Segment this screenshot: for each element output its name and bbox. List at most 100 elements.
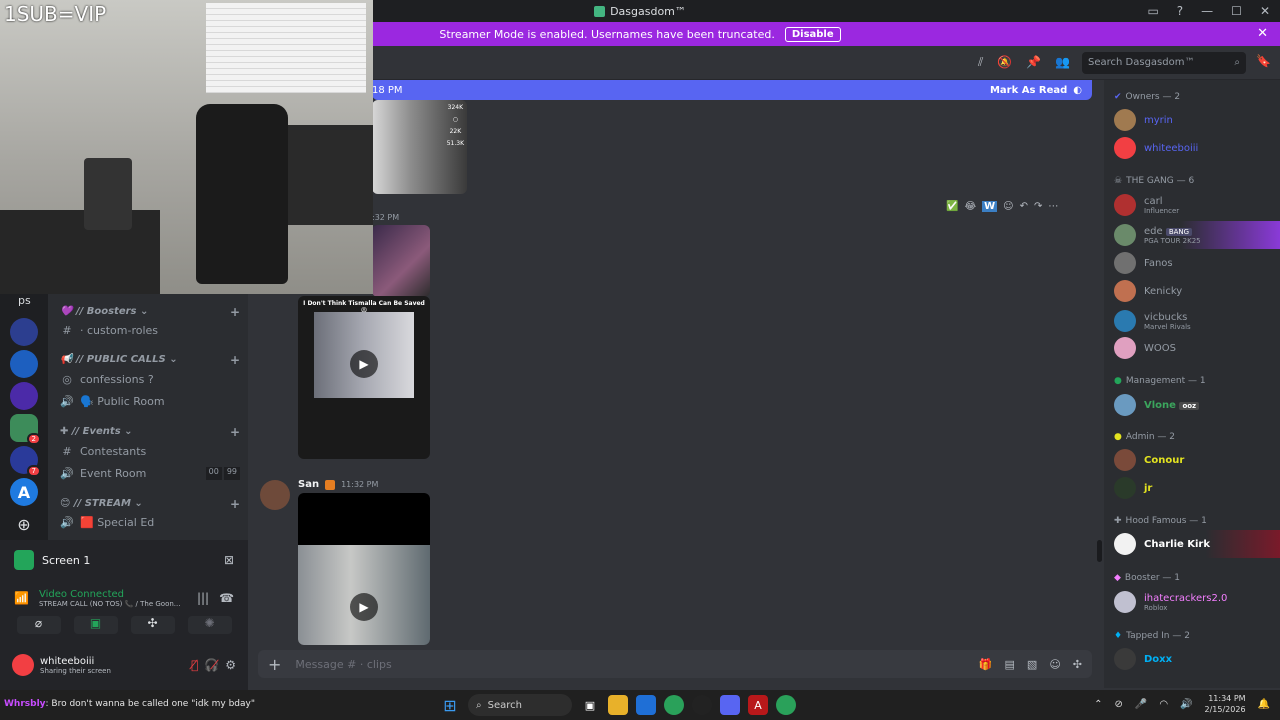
- wifi-icon[interactable]: ◠: [1159, 699, 1168, 710]
- sticker-icon[interactable]: ▧: [1027, 658, 1037, 671]
- task-view-icon[interactable]: ▣: [580, 695, 600, 715]
- camera-off-icon[interactable]: ⌀: [16, 616, 61, 634]
- deafen-icon[interactable]: 🎧̸: [204, 658, 219, 672]
- activities-icon[interactable]: ✣: [130, 616, 175, 634]
- member-item[interactable]: whiteeboiii: [1114, 134, 1280, 162]
- discord-icon[interactable]: [720, 695, 740, 715]
- message-media[interactable]: [372, 225, 430, 297]
- reaction-check[interactable]: ✅: [946, 201, 958, 212]
- inbox-window-icon[interactable]: ▭: [1147, 4, 1158, 18]
- mark-as-read-button[interactable]: Mark As Read: [990, 85, 1067, 96]
- close-window-button[interactable]: ✕: [1260, 4, 1270, 18]
- stop-share-icon[interactable]: ⊠: [224, 553, 234, 567]
- disconnect-icon[interactable]: ☎: [219, 591, 234, 605]
- mic-icon[interactable]: 🎤: [1135, 699, 1147, 710]
- new-messages-bar[interactable]: 18 PM Mark As Read ◐: [372, 80, 1092, 100]
- member-item[interactable]: WOOS: [1114, 334, 1280, 362]
- reply-icon[interactable]: ↶: [1020, 201, 1028, 212]
- notifications-icon[interactable]: 🔔: [1258, 699, 1270, 710]
- category-public-calls[interactable]: 📢 // PUBLIC CALLS ⌄ +: [60, 353, 240, 367]
- taskbar-search[interactable]: ⌕ Search: [468, 694, 572, 716]
- message-author[interactable]: San: [298, 479, 319, 490]
- member-item[interactable]: Charlie Kirk: [1114, 530, 1280, 558]
- member-item[interactable]: Vlone ooz: [1114, 391, 1280, 419]
- add-channel-icon[interactable]: +: [230, 353, 240, 367]
- gif-icon[interactable]: ▤: [1005, 658, 1015, 671]
- clock[interactable]: 11:34 PM 2/15/2026: [1205, 693, 1246, 715]
- add-attachment-icon[interactable]: +: [268, 655, 281, 674]
- video-embed[interactable]: ▶: [298, 493, 430, 645]
- threads-icon[interactable]: ⫽: [978, 55, 983, 70]
- member-item[interactable]: ihatecrackers2.0 Roblox: [1114, 588, 1280, 616]
- category-stream[interactable]: 😊 // STREAM ⌄ +: [60, 497, 240, 511]
- play-icon[interactable]: ▶: [350, 593, 378, 621]
- file-explorer-icon[interactable]: [608, 695, 628, 715]
- avatar[interactable]: [12, 654, 34, 676]
- member-item[interactable]: carl Influencer: [1114, 191, 1280, 219]
- add-server-icon[interactable]: ⊕: [10, 510, 38, 538]
- server-icon[interactable]: [10, 382, 38, 410]
- chrome-icon[interactable]: [776, 695, 796, 715]
- member-item[interactable]: Fanos: [1114, 249, 1280, 277]
- screen-share-row[interactable]: Screen 1 ⊠: [0, 548, 248, 572]
- chevron-up-icon[interactable]: ⌃: [1094, 699, 1102, 710]
- channel-custom-roles[interactable]: # · custom-roles: [60, 324, 158, 337]
- server-icon[interactable]: [10, 318, 38, 346]
- inbox-icon[interactable]: 🔖: [1256, 54, 1271, 68]
- screen-share-button[interactable]: ▣: [73, 616, 118, 634]
- store-icon[interactable]: [636, 695, 656, 715]
- notification-bell-icon[interactable]: 🔕: [997, 55, 1012, 70]
- channel-event-room[interactable]: 🔊 Event Room 00 99: [60, 467, 240, 480]
- channel-contestants[interactable]: # Contestants: [60, 445, 146, 458]
- maximize-button[interactable]: ☐: [1231, 4, 1242, 18]
- voice-channel-name[interactable]: STREAM CALL (NO TOS) 📞 / The Goon...: [39, 600, 187, 608]
- message-media[interactable]: 324K ○ 22K 51.3K: [372, 100, 467, 194]
- member-item[interactable]: jr: [1114, 474, 1280, 502]
- server-icon-active[interactable]: 2: [10, 414, 41, 445]
- soundboard-icon[interactable]: ✺: [187, 616, 232, 634]
- category-events[interactable]: ✚ // Events ⌄ +: [60, 425, 240, 439]
- network-icon[interactable]: ⊘: [1114, 699, 1122, 710]
- add-channel-icon[interactable]: +: [230, 425, 240, 439]
- pin-icon[interactable]: 📌: [1026, 55, 1041, 70]
- search-input[interactable]: Search Dasgasdom™ ⌕: [1082, 52, 1246, 74]
- video-embed[interactable]: I Don't Think Tismalla Can Be Saved😩 ▶: [298, 296, 430, 459]
- add-reaction-icon[interactable]: ☺: [1003, 201, 1013, 212]
- server-icon[interactable]: 7: [10, 446, 41, 477]
- chrome-icon[interactable]: [664, 695, 684, 715]
- help-icon[interactable]: ?: [1177, 4, 1183, 18]
- close-icon[interactable]: ✕: [1257, 26, 1268, 41]
- channel-confessions[interactable]: ◎ confessions ?: [60, 373, 154, 386]
- volume-icon[interactable]: 🔊: [1180, 699, 1192, 710]
- emoji-icon[interactable]: ☺: [1049, 658, 1060, 671]
- message-composer[interactable]: + Message # · clips 🎁 ▤ ▧ ☺ ✣: [258, 650, 1092, 678]
- reaction-w[interactable]: W: [982, 201, 998, 212]
- app-a-icon[interactable]: A: [748, 695, 768, 715]
- avatar[interactable]: [260, 480, 290, 510]
- noise-suppression-icon[interactable]: |||: [197, 591, 209, 605]
- member-item[interactable]: vicbucks Marvel Rivals: [1114, 307, 1280, 335]
- channel-special-ed[interactable]: 🔊 🟥 Special Ed: [60, 516, 154, 529]
- more-icon[interactable]: ⋯: [1048, 201, 1058, 212]
- member-item[interactable]: Conour: [1114, 446, 1280, 474]
- server-icon[interactable]: [10, 350, 38, 378]
- add-channel-icon[interactable]: +: [230, 305, 240, 319]
- category-boosters[interactable]: 💜 // Boosters ⌄ +: [60, 305, 240, 319]
- add-channel-icon[interactable]: +: [230, 497, 240, 511]
- obs-icon[interactable]: [692, 695, 712, 715]
- member-item[interactable]: ede BANG PGA TOUR 2K25: [1114, 221, 1280, 249]
- message-input[interactable]: Message # · clips: [295, 658, 391, 671]
- server-icon-a[interactable]: A: [10, 478, 38, 506]
- member-list-icon[interactable]: 👥: [1055, 55, 1070, 70]
- start-icon[interactable]: ⊞: [440, 695, 460, 715]
- member-item[interactable]: Kenicky: [1114, 277, 1280, 305]
- disable-streamer-mode-button[interactable]: Disable: [784, 26, 841, 42]
- member-item[interactable]: myrin: [1114, 106, 1280, 134]
- member-item[interactable]: Doxx: [1114, 645, 1280, 673]
- gift-icon[interactable]: 🎁: [979, 658, 993, 671]
- mic-muted-icon[interactable]: 🎙̸: [191, 658, 198, 672]
- chat-scrollbar[interactable]: [1096, 80, 1104, 680]
- channel-public-room[interactable]: 🔊 🗣️ Public Room: [60, 395, 164, 408]
- minimize-button[interactable]: —: [1201, 4, 1213, 18]
- scrollbar-thumb[interactable]: [1097, 540, 1102, 562]
